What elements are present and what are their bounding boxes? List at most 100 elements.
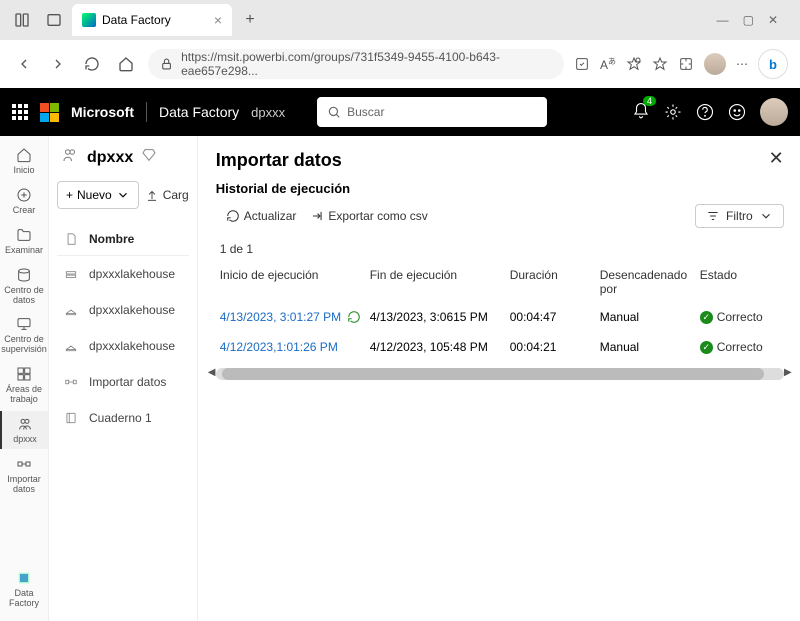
home-button[interactable] [114, 52, 138, 76]
table-row[interactable]: 4/12/2023,1:01:26 PM 4/12/2023, 105:48 P… [216, 332, 784, 362]
check-icon: ✓ [700, 341, 713, 354]
item-name: dpxxxlakehouse [89, 267, 175, 281]
list-item[interactable]: dpxxxlakehouse [57, 292, 189, 328]
rail-browse[interactable]: Examinar [0, 222, 48, 260]
export-label: Exportar como csv [328, 209, 427, 223]
share-icon[interactable] [574, 56, 590, 72]
search-icon [327, 105, 341, 119]
favorite-icon[interactable] [626, 56, 642, 72]
section-title: Historial de ejecución [216, 181, 784, 196]
help-icon[interactable] [696, 103, 714, 121]
product-name: Data Factory [159, 104, 239, 120]
more-button[interactable]: ⋯ [736, 57, 748, 71]
col-start: Inicio de ejecución [220, 268, 370, 296]
rail-home[interactable]: Inicio [0, 142, 48, 180]
workspace-header-icon [61, 146, 79, 169]
pipeline-icon [16, 456, 32, 472]
user-avatar-icon[interactable] [760, 98, 788, 126]
list-item[interactable]: Cuaderno 1 [57, 400, 189, 436]
rail-workspaces[interactable]: Áreas de trabajo [0, 361, 48, 409]
filter-label: Filtro [726, 209, 753, 223]
refresh-runs-button[interactable]: Actualizar [226, 209, 297, 223]
upload-icon [145, 188, 159, 202]
list-item[interactable]: dpxxxlakehouse [57, 328, 189, 364]
page-title: Importar datos [216, 150, 784, 171]
notebook-icon [63, 410, 79, 426]
new-button[interactable]: + Nuevo [57, 181, 139, 209]
refresh-label: Actualizar [244, 209, 297, 223]
minimize-button[interactable]: — [717, 13, 729, 27]
chevron-down-icon [759, 209, 773, 223]
app-launcher-icon[interactable] [12, 104, 28, 120]
profile-avatar-icon[interactable] [704, 53, 726, 75]
refresh-button[interactable] [80, 52, 104, 76]
tab-actions-icon[interactable] [8, 6, 36, 34]
workspace-icon [17, 416, 33, 432]
scroll-thumb[interactable] [222, 368, 764, 380]
table-header: Inicio de ejecución Fin de ejecución Dur… [216, 262, 784, 302]
maximize-button[interactable]: ▢ [743, 13, 754, 27]
folder-icon [16, 227, 32, 243]
horizontal-scrollbar[interactable]: ◀ ▶ [216, 368, 784, 380]
close-tab-button[interactable]: × [214, 12, 222, 28]
rail-datahub[interactable]: Centro de datos [0, 262, 48, 310]
rail-datafactory[interactable]: Data Factory [0, 565, 48, 613]
lock-icon [160, 57, 173, 71]
run-start-link[interactable]: 4/12/2023,1:01:26 PM [220, 340, 370, 354]
export-csv-button[interactable]: Exportar como csv [310, 209, 427, 223]
settings-icon[interactable] [664, 103, 682, 121]
bing-button[interactable]: b [758, 49, 788, 79]
col-duration: Duración [510, 268, 600, 296]
browser-tab[interactable]: Data Factory × [72, 4, 232, 36]
close-window-button[interactable]: ✕ [768, 13, 778, 27]
rerun-icon[interactable] [347, 310, 361, 324]
notifications-button[interactable]: 4 [632, 102, 650, 123]
microsoft-logo-icon [40, 103, 59, 122]
scroll-right-icon[interactable]: ▶ [784, 367, 792, 378]
refresh-icon [226, 209, 240, 223]
run-start-link[interactable]: 4/13/2023, 3:01:27 PM [220, 310, 341, 324]
rail-label: Centro de datos [0, 286, 48, 306]
rail-label: dpxxx [13, 435, 37, 445]
search-input[interactable]: Buscar [317, 97, 547, 127]
workspace-diamond-icon[interactable] [141, 147, 157, 168]
search-placeholder: Buscar [347, 105, 384, 119]
home-icon [16, 147, 32, 163]
pipeline-icon [63, 374, 79, 390]
close-panel-button[interactable]: ✕ [769, 148, 784, 169]
rail-monitor[interactable]: Centro de supervisión [0, 311, 48, 359]
col-name: Nombre [89, 232, 134, 246]
item-name: Importar datos [89, 375, 166, 389]
rail-label: Examinar [5, 246, 43, 256]
table-row[interactable]: 4/13/2023, 3:01:27 PM 4/13/2023, 3:0615 … [216, 302, 784, 332]
rail-workspace-current[interactable]: dpxxx [0, 411, 48, 449]
status-badge: ✓Correcto [700, 340, 780, 354]
list-item[interactable]: Importar datos [57, 364, 189, 400]
rail-import[interactable]: Importar datos [0, 451, 48, 499]
favorites-list-icon[interactable] [652, 56, 668, 72]
col-status: Estado [700, 268, 780, 296]
upload-button[interactable]: Carg [145, 181, 189, 209]
rail-label: Centro de supervisión [0, 335, 48, 355]
upload-label: Carg [163, 188, 189, 202]
filter-button[interactable]: Filtro [695, 204, 784, 228]
run-duration: 00:04:21 [510, 340, 600, 354]
doc-icon [63, 231, 79, 247]
back-button[interactable] [12, 52, 36, 76]
new-tab-button[interactable]: + [236, 6, 264, 34]
tab-overview-icon[interactable] [40, 6, 68, 34]
scroll-left-icon[interactable]: ◀ [208, 367, 216, 378]
divider [146, 102, 147, 122]
text-size-icon[interactable]: Aあ [600, 56, 616, 72]
list-item[interactable]: dpxxxlakehouse [57, 256, 189, 292]
rail-create[interactable]: Crear [0, 182, 48, 220]
grid-icon [16, 366, 32, 382]
url-input[interactable]: https://msit.powerbi.com/groups/731f5349… [148, 49, 564, 79]
feedback-icon[interactable] [728, 103, 746, 121]
item-name: dpxxxlakehouse [89, 303, 175, 317]
status-badge: ✓Correcto [700, 310, 780, 324]
forward-button[interactable] [46, 52, 70, 76]
extensions-icon[interactable] [678, 56, 694, 72]
breadcrumb[interactable]: dpxxx [251, 105, 285, 120]
filter-icon [706, 209, 720, 223]
